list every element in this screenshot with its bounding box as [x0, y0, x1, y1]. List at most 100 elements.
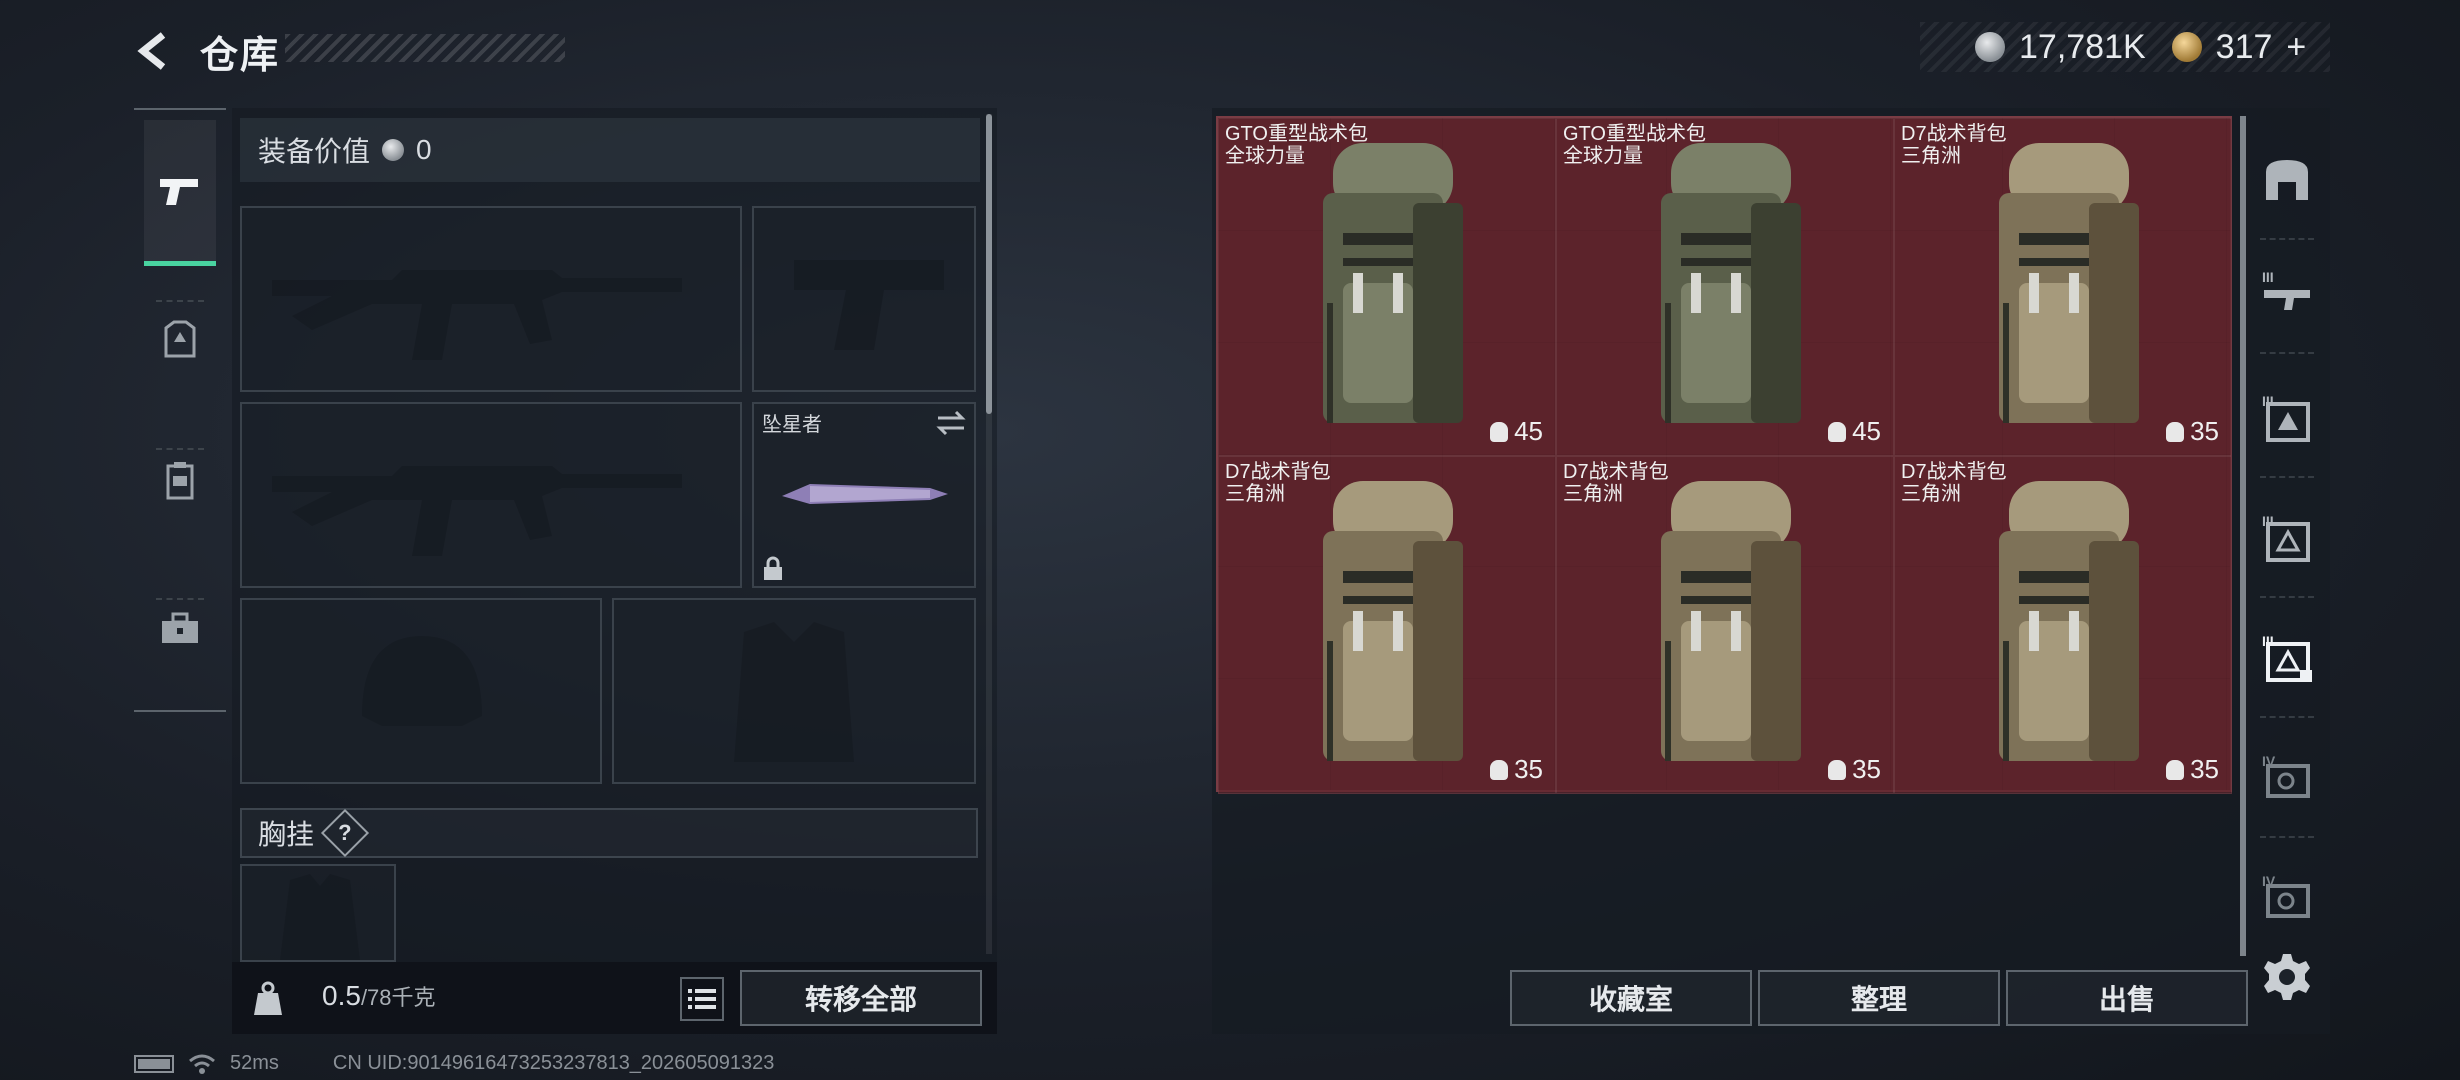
secondary-weapon-slot[interactable] [240, 402, 742, 588]
item-name: D7战术背包 三角洲 [1225, 461, 1331, 505]
svg-text:III: III [2262, 269, 2274, 285]
item-name: D7战术背包 三角洲 [1563, 461, 1669, 505]
list-view-button[interactable] [680, 977, 724, 1021]
rifle-silhouette-icon [272, 466, 682, 556]
swap-icon[interactable] [936, 410, 966, 436]
status-line: 52ms CN UID:9014961647325323781​3_202605… [134, 1052, 774, 1075]
page-title: 仓库 [200, 35, 281, 77]
chest-rig-label: 胸挂 [258, 819, 315, 850]
weight-icon [248, 976, 288, 1022]
storage-item[interactable]: GTO重型战术包 全球力量 45 [1556, 118, 1894, 456]
transfer-all-button[interactable]: 转移全部 [740, 970, 982, 1026]
pistol-silhouette-icon [794, 260, 944, 350]
pistol-icon [160, 178, 198, 205]
gold-amount: 317 [2215, 27, 2273, 66]
backpack-capacity-icon [2166, 421, 2185, 442]
item-name: D7战术背包 三角洲 [1901, 461, 2007, 505]
backpack-case-icon: III [2262, 633, 2312, 682]
melee-slot[interactable]: 坠星者 [752, 402, 976, 588]
side-tab-special-case[interactable]: IV [2252, 722, 2322, 832]
nav-toolbox[interactable] [134, 558, 226, 698]
equipment-value: 0 [416, 134, 432, 165]
side-tab-gear-case[interactable]: III [2252, 482, 2322, 592]
stash-icon [2266, 160, 2308, 200]
settings-button[interactable] [2252, 922, 2322, 1032]
nav-backpack[interactable] [134, 410, 226, 550]
side-tab-backpack-case[interactable]: III [2252, 602, 2322, 712]
toolbox-icon [162, 612, 198, 643]
left-nav [134, 108, 226, 712]
item-name: GTO重型战术包 全球力量 [1563, 123, 1706, 167]
silver-amount: 17,781K [2019, 27, 2146, 66]
add-currency-button[interactable]: + [2286, 28, 2306, 67]
storage-item[interactable]: GTO重型战术包 全球力量 45 [1218, 118, 1556, 456]
backpack-image [1323, 481, 1463, 761]
rifle-silhouette-icon [272, 270, 682, 360]
item-name: D7战术背包 三角洲 [1901, 123, 2007, 167]
loadout-scrollbar[interactable] [986, 114, 992, 414]
nav-armor[interactable] [134, 270, 226, 410]
help-button[interactable]: ? [320, 808, 370, 858]
vest-silhouette-icon [280, 874, 360, 960]
storage-grid: GTO重型战术包 全球力量 45 GTO重型战术包 全球力量 45 D7战术背包 三角洲 35 D… [1216, 116, 2232, 794]
gear-icon [2264, 954, 2310, 1000]
backpack-image [1661, 143, 1801, 423]
chest-rig-slot[interactable] [240, 864, 396, 962]
back-button[interactable] [132, 28, 178, 74]
storage-item[interactable]: D7战术背包 三角洲 35 [1218, 456, 1556, 794]
storage-item[interactable]: D7战术背包 三角洲 35 [1894, 456, 2232, 794]
item-capacity: 45 [1828, 416, 1881, 447]
side-tab-stash[interactable] [2252, 124, 2322, 234]
storage-scrollbar[interactable] [2240, 116, 2246, 956]
item-capacity: 35 [2166, 416, 2219, 447]
body-armor-slot[interactable] [612, 598, 976, 784]
gear-case-icon: III [2262, 513, 2310, 562]
side-tab-weapons-case[interactable]: III [2252, 238, 2322, 348]
backpack-icon [166, 462, 194, 500]
wifi-icon [189, 1054, 215, 1074]
weight-max: /78千克 [360, 985, 436, 1010]
battery-icon [134, 1054, 174, 1073]
melee-name: 坠星者 [762, 414, 822, 436]
weight-readout: 0.5/78千克 [322, 980, 436, 1012]
item-capacity: 45 [1490, 416, 1543, 447]
chest-rig-header: 胸挂 ? [240, 808, 978, 858]
side-tab-armor-case[interactable]: III [2252, 362, 2322, 472]
equipment-value-bar: 装备价值 0 [240, 118, 980, 182]
primary-weapon-slot[interactable] [240, 206, 742, 392]
backpack-capacity-icon [1828, 421, 1847, 442]
sell-button[interactable]: 出售 [2006, 970, 2248, 1026]
backpack-image [1999, 481, 2139, 761]
armor-icon [164, 320, 196, 358]
ping: 52ms [230, 1052, 279, 1074]
uid: CN UID:9014961647325323781​3_20260509132… [332, 1052, 775, 1074]
armor-silhouette-icon [734, 622, 854, 762]
key-case-icon: IV [2262, 873, 2310, 918]
storage-item[interactable]: D7战术背包 三角洲 35 [1556, 456, 1894, 794]
backpack-capacity-icon [1490, 759, 1509, 780]
back-arrow-icon [137, 32, 166, 70]
item-name: GTO重型战术包 全球力量 [1225, 123, 1368, 167]
gold-coin-icon [2171, 32, 2202, 62]
backpack-capacity-icon [2166, 759, 2185, 780]
weight-current: 0.5 [322, 980, 361, 1011]
item-capacity: 35 [2166, 754, 2219, 785]
backpack-capacity-icon [1828, 759, 1847, 780]
backpack-capacity-icon [1490, 421, 1509, 442]
collection-room-button[interactable]: 收藏室 [1510, 970, 1752, 1026]
sidearm-slot[interactable] [752, 206, 976, 392]
title-decoration [285, 34, 565, 62]
nav-weapons[interactable] [144, 120, 216, 266]
organize-button[interactable]: 整理 [1758, 970, 2000, 1026]
helmet-slot[interactable] [240, 598, 602, 784]
silver-coin-icon [382, 139, 405, 161]
helmet-silhouette-icon [362, 636, 482, 726]
list-icon [688, 989, 716, 1009]
lock-icon [764, 556, 782, 580]
backpack-image [1323, 143, 1463, 423]
equipment-value-label: 装备价值 [258, 136, 371, 167]
special-case-icon: IV [2262, 753, 2310, 798]
weapon-case-icon: III [2262, 269, 2310, 310]
silver-coin-icon [1975, 32, 2005, 62]
storage-item[interactable]: D7战术背包 三角洲 35 [1894, 118, 2232, 456]
